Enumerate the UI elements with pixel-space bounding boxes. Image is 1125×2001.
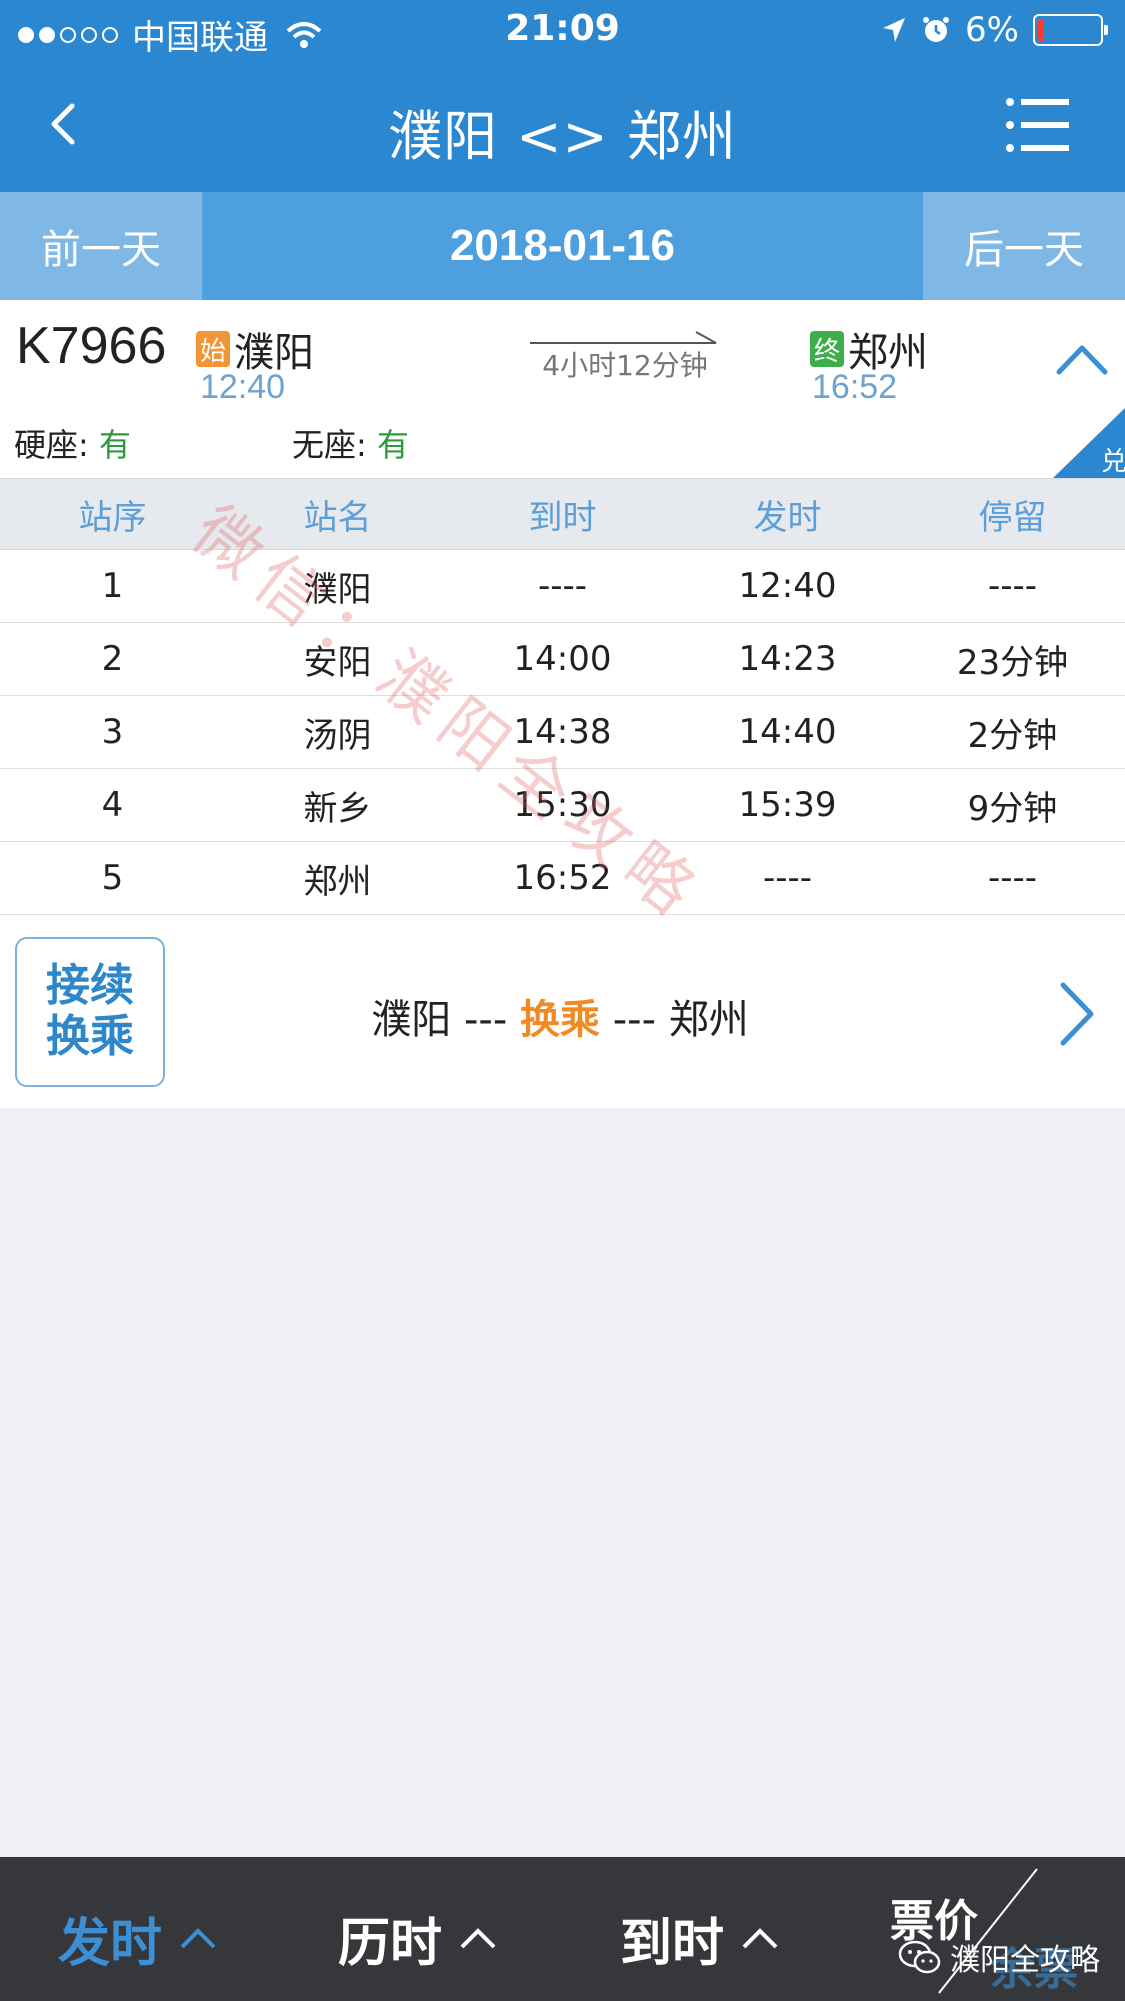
table-row: 1 濮阳 ---- 12:40 ---- <box>0 550 1125 623</box>
route-transfer: 换乘 <box>520 997 600 1043</box>
transfer-button-line2: 换乘 <box>46 1011 134 1062</box>
seat-standing-value: 有 <box>376 426 409 464</box>
menu-icon[interactable] <box>1005 94 1071 156</box>
row-depart: 14:40 <box>738 712 837 752</box>
caret-up-icon <box>742 1927 778 1948</box>
transfer-section[interactable]: 接续 换乘 濮阳 --- 换乘 --- 郑州 <box>0 915 1125 1108</box>
table-row: 3 汤阴 14:38 14:40 2分钟 <box>0 696 1125 769</box>
tab-duration[interactable]: 历时 <box>338 1901 498 1976</box>
seat-hard: 硬座: 有 <box>14 426 131 464</box>
tab-arrive-time[interactable]: 到时 <box>620 1901 780 1976</box>
start-tag: 始 <box>196 331 230 367</box>
row-arrive: 16:52 <box>513 858 612 898</box>
row-depart: ---- <box>762 858 813 898</box>
route-from: 濮阳 --- <box>371 997 520 1043</box>
trip-duration: 4小时12分钟 <box>542 349 708 382</box>
route-to: --- 郑州 <box>600 997 749 1043</box>
transfer-route[interactable]: 濮阳 --- 换乘 --- 郑州 <box>200 987 920 1045</box>
row-stop: 9分钟 <box>967 788 1058 829</box>
row-depart: 15:39 <box>738 785 837 825</box>
transfer-button-line1: 接续 <box>46 960 134 1012</box>
next-day-button[interactable]: 后一天 <box>923 192 1125 300</box>
battery-percent: 6% <box>965 10 1019 50</box>
header-arrive: 到时 <box>528 497 597 538</box>
page-title: 濮阳 <> 郑州 <box>388 105 737 168</box>
header-seq: 站序 <box>78 497 147 538</box>
alarm-icon <box>923 17 950 42</box>
brand-name: 濮阳全攻略 <box>950 1943 1100 1978</box>
status-bar: 中国联通 21:09 6% <box>0 0 1125 60</box>
row-station: 濮阳 <box>303 569 372 610</box>
chevron-up-icon[interactable] <box>1055 340 1109 380</box>
row-stop: ---- <box>987 566 1038 606</box>
row-station: 郑州 <box>303 861 372 902</box>
wechat-icon <box>898 1940 941 1974</box>
sort-tab-bar: 发时 历时 到时 票价 余票 濮阳全攻略 <box>0 1857 1125 2001</box>
train-summary-card[interactable]: K7966 始 濮阳 12:40 4小时12分钟 终 郑州 16:52 硬座: … <box>0 300 1125 478</box>
row-station: 安阳 <box>303 642 372 683</box>
prev-day-button[interactable]: 前一天 <box>0 192 202 300</box>
brand-watermark: 濮阳全攻略 <box>898 1935 1100 1979</box>
tab-depart-time[interactable]: 发时 <box>58 1901 218 1976</box>
current-date[interactable]: 2018-01-16 <box>202 192 923 300</box>
stops-table-body: 1 濮阳 ---- 12:40 ---- 2 安阳 14:00 14:23 23… <box>0 550 1125 915</box>
tab-arrive-label: 到时 <box>620 1914 725 1974</box>
redeem-badge-label: 兑 <box>1101 447 1125 477</box>
status-right: 6% <box>881 10 1108 50</box>
table-row: 5 郑州 16:52 ---- ---- <box>0 842 1125 915</box>
row-depart: 12:40 <box>738 566 837 606</box>
location-icon <box>883 18 906 42</box>
table-row: 2 安阳 14:00 14:23 23分钟 <box>0 623 1125 696</box>
row-seq: 3 <box>101 712 124 752</box>
row-seq: 4 <box>101 785 124 825</box>
table-row: 4 新乡 15:30 15:39 9分钟 <box>0 769 1125 842</box>
seat-hard-label: 硬座 <box>14 426 79 464</box>
tab-duration-label: 历时 <box>338 1914 443 1974</box>
row-stop: 2分钟 <box>967 715 1058 756</box>
redeem-badge[interactable]: 兑 <box>1053 408 1125 478</box>
header-station: 站名 <box>303 497 372 538</box>
row-arrive: ---- <box>537 566 588 606</box>
chevron-right-icon[interactable] <box>1055 979 1099 1049</box>
header-stop: 停留 <box>978 497 1047 538</box>
stops-table-header: 站序 站名 到时 发时 停留 <box>0 478 1125 550</box>
tab-depart-label: 发时 <box>58 1914 163 1974</box>
battery-icon <box>1033 14 1108 46</box>
date-bar: 前一天 2018-01-16 后一天 <box>0 192 1125 300</box>
row-arrive: 14:38 <box>513 712 612 752</box>
departure-time: 12:40 <box>200 368 286 406</box>
header-depart: 发时 <box>753 497 822 538</box>
row-station: 汤阴 <box>303 715 372 756</box>
transfer-button[interactable]: 接续 换乘 <box>15 937 165 1087</box>
seat-standing: 无座: 有 <box>292 426 409 464</box>
caret-up-icon <box>460 1927 496 1948</box>
caret-up-icon <box>180 1927 216 1948</box>
row-depart: 14:23 <box>738 639 837 679</box>
arrival-time: 16:52 <box>812 368 898 406</box>
row-seq: 5 <box>101 858 124 898</box>
row-arrive: 15:30 <box>513 785 612 825</box>
row-stop: 23分钟 <box>956 642 1069 683</box>
row-arrive: 14:00 <box>513 639 612 679</box>
row-seq: 2 <box>101 639 124 679</box>
nav-bar: 濮阳 <> 郑州 <box>0 60 1125 192</box>
row-seq: 1 <box>101 566 124 606</box>
seat-hard-value: 有 <box>98 426 131 464</box>
seat-standing-label: 无座 <box>292 426 357 464</box>
train-number: K7966 <box>16 317 167 375</box>
end-tag: 终 <box>810 331 844 367</box>
row-stop: ---- <box>987 858 1038 898</box>
row-station: 新乡 <box>303 788 372 829</box>
